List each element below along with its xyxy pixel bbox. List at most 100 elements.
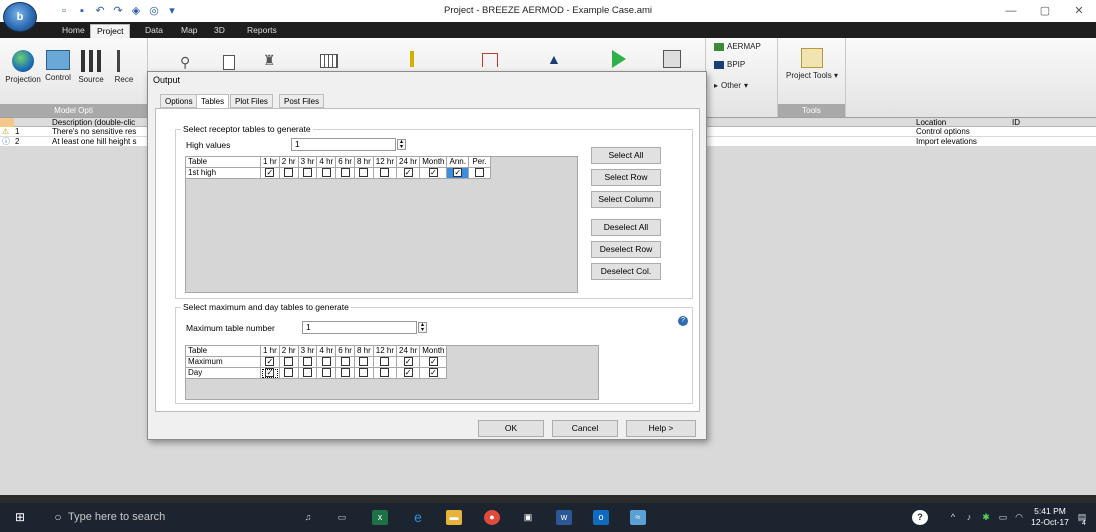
tab-data[interactable]: Data — [139, 24, 169, 38]
checkbox-day-4hr[interactable] — [321, 368, 331, 378]
checkbox-day-6hr[interactable] — [340, 368, 350, 378]
excel-icon[interactable]: x — [372, 510, 388, 525]
checkbox-1st-high-12hr[interactable] — [380, 168, 390, 178]
checkbox-maximum-2hr[interactable] — [284, 357, 294, 367]
checkbox-day-2hr[interactable] — [284, 368, 294, 378]
tab-map[interactable]: Map — [175, 24, 204, 38]
receptor-button[interactable]: Rece — [110, 50, 138, 84]
meteorology-icon[interactable]: ⚲ — [180, 54, 200, 70]
column-description[interactable]: Description (double-clic — [52, 118, 135, 127]
run-button[interactable] — [607, 50, 631, 71]
checkbox-1st-high-annual[interactable]: ✓ — [453, 168, 463, 178]
project-tools-button[interactable]: Project Tools ▾ — [780, 48, 844, 80]
tab-post-files[interactable]: Post Files — [279, 94, 325, 108]
pin-icon[interactable] — [410, 51, 414, 67]
batch-run-button[interactable] — [660, 50, 684, 71]
chevron-down-icon: ▾ — [833, 71, 838, 80]
tab-tables[interactable]: Tables — [196, 94, 230, 109]
checkbox-1st-high-2hr[interactable] — [284, 168, 294, 178]
checkbox-1st-high-4hr[interactable] — [321, 168, 331, 178]
checkbox-maximum-12hr[interactable] — [380, 357, 390, 367]
tab-options[interactable]: Options — [160, 94, 198, 108]
checkbox-maximum-24hr[interactable]: ✓ — [403, 357, 413, 367]
microphone-icon[interactable]: ♫ — [300, 510, 316, 525]
ok-button[interactable]: OK — [478, 420, 544, 437]
deselect-col-button[interactable]: Deselect Col. — [591, 263, 661, 280]
checkbox-1st-high-period[interactable] — [474, 168, 484, 178]
checkbox-1st-high-1hr[interactable]: ✓ — [265, 168, 275, 178]
selected-cell[interactable]: ✓ — [446, 167, 469, 179]
checkbox-day-1hr[interactable]: ✓ — [265, 368, 275, 378]
outlook-icon[interactable]: o — [593, 510, 609, 525]
checkbox-day-24hr[interactable]: ✓ — [403, 368, 413, 378]
maximum-table-number-input[interactable]: 1 — [302, 321, 417, 334]
checkbox-1st-high-3hr[interactable] — [302, 168, 312, 178]
checkbox-maximum-6hr[interactable] — [340, 357, 350, 367]
other-label: Other — [721, 81, 742, 90]
breeze-app-icon[interactable]: ≈ — [630, 510, 646, 525]
checkbox-1st-high-month[interactable]: ✓ — [428, 168, 438, 178]
column-location[interactable]: Location — [916, 118, 946, 127]
checkbox-maximum-3hr[interactable] — [302, 357, 312, 367]
minimize-button[interactable]: — — [994, 0, 1028, 22]
chrome-icon[interactable]: ● — [484, 510, 500, 525]
battery-icon[interactable]: ▭ — [995, 510, 1011, 525]
task-view-icon[interactable]: ▭ — [334, 510, 350, 525]
store-icon[interactable]: ▣ — [520, 510, 536, 525]
aermap-button[interactable]: AERMAP — [714, 42, 761, 51]
network-icon[interactable]: ✱ — [978, 510, 994, 525]
high-values-input[interactable]: 1 — [291, 138, 396, 151]
checkbox-maximum-8hr[interactable] — [359, 357, 369, 367]
file-explorer-icon[interactable]: ▬ — [446, 510, 462, 525]
checkbox-1st-high-24hr[interactable]: ✓ — [403, 168, 413, 178]
select-column-button[interactable]: Select Column — [591, 191, 661, 208]
app-menu-button[interactable]: b — [3, 2, 37, 32]
windows-start-icon[interactable]: ⊞ — [12, 510, 28, 525]
checkbox-day-8hr[interactable] — [359, 368, 369, 378]
select-all-button[interactable]: Select All — [591, 147, 661, 164]
grid-icon[interactable] — [320, 54, 338, 68]
close-button[interactable]: ✕ — [1062, 0, 1096, 22]
edge-icon[interactable]: e — [410, 510, 426, 525]
checkbox-maximum-month[interactable]: ✓ — [428, 357, 438, 367]
checkbox-day-month[interactable]: ✓ — [428, 368, 438, 378]
high-values-spinner[interactable]: ▴ ▾ — [397, 139, 406, 150]
source-button[interactable]: Source — [75, 50, 107, 84]
maximize-button[interactable]: ▢ — [1028, 0, 1062, 22]
tab-home[interactable]: Home — [56, 24, 91, 38]
checkbox-maximum-4hr[interactable] — [321, 357, 331, 367]
projection-button[interactable]: Projection — [5, 50, 41, 84]
receptor-icon — [117, 50, 131, 72]
grid-header-2hr: 2 hr — [278, 345, 299, 357]
select-row-button[interactable]: Select Row — [591, 169, 661, 186]
checkbox-1st-high-6hr[interactable] — [340, 168, 350, 178]
tab-3d[interactable]: 3D — [208, 24, 231, 38]
help-button[interactable]: Help > — [626, 420, 696, 437]
checkbox-maximum-1hr[interactable]: ✓ — [265, 357, 275, 367]
deselect-all-button[interactable]: Deselect All — [591, 219, 661, 236]
document-icon[interactable] — [223, 55, 235, 70]
word-icon[interactable]: w — [556, 510, 572, 525]
tab-plot-files[interactable]: Plot Files — [230, 94, 273, 108]
other-dropdown[interactable]: ▸ Other ▾ — [714, 81, 748, 90]
checkbox-day-3hr[interactable] — [302, 368, 312, 378]
wifi-icon[interactable]: ◠ — [1011, 510, 1027, 525]
buildings-icon[interactable]: ♜ — [263, 52, 279, 68]
help-tray-icon[interactable]: ? — [912, 510, 928, 525]
show-hidden-icons-icon[interactable]: ^ — [945, 510, 961, 525]
column-id[interactable]: ID — [1012, 118, 1020, 127]
boundary-icon[interactable] — [482, 53, 498, 67]
cancel-button[interactable]: Cancel — [552, 420, 618, 437]
help-icon[interactable]: ? — [678, 316, 688, 326]
volume-icon[interactable]: ♪ — [961, 510, 977, 525]
control-button[interactable]: Control — [43, 50, 73, 82]
maximum-table-number-spinner[interactable]: ▴ ▾ — [418, 322, 427, 333]
bpip-button[interactable]: BPIP — [714, 60, 745, 69]
checkbox-1st-high-8hr[interactable] — [359, 168, 369, 178]
factory-icon[interactable]: ▲ — [547, 51, 563, 67]
deselect-row-button[interactable]: Deselect Row — [591, 241, 661, 258]
tab-reports[interactable]: Reports — [241, 24, 283, 38]
checkbox-day-12hr[interactable] — [380, 368, 390, 378]
clock[interactable]: 5:41 PM 12-Oct-17 — [1030, 506, 1070, 528]
tab-project[interactable]: Project — [90, 24, 131, 38]
